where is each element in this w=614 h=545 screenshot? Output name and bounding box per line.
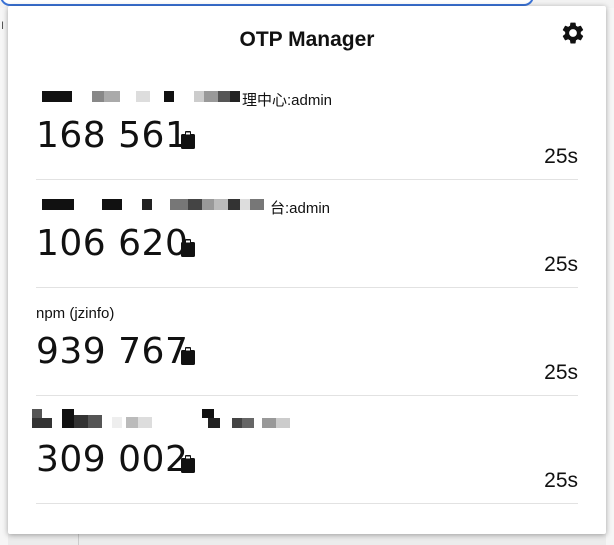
popup-title: OTP Manager [239, 28, 375, 51]
page-background-right [606, 8, 614, 545]
otp-popup: OTP Manager 理中心:admin 168 561 25s 台:admi… [8, 6, 606, 534]
otp-code: 106 620 [36, 223, 189, 264]
background-text-fragment: I [1, 20, 5, 32]
account-label-row [32, 409, 578, 433]
otp-code: 168 561 [36, 115, 189, 156]
clipboard-icon[interactable] [181, 455, 195, 473]
entry-divider [36, 503, 578, 504]
otp-entry: 理中心:admin 168 561 25s [36, 85, 578, 185]
gear-icon[interactable] [560, 20, 586, 46]
account-label-row: 理中心:admin [36, 85, 578, 109]
page-background-left: I [0, 8, 8, 545]
ttl-countdown: 25s [544, 253, 578, 276]
ttl-countdown: 25s [544, 361, 578, 384]
clipboard-icon[interactable] [181, 239, 195, 257]
account-label: npm (jzinfo) [36, 305, 115, 322]
entry-divider [36, 287, 578, 288]
clipboard-icon[interactable] [181, 131, 195, 149]
otp-entry: npm (jzinfo) 939 767 25s [36, 301, 578, 401]
account-label: 台:admin [270, 200, 331, 217]
otp-entry: 309 002 25s [32, 409, 578, 509]
otp-code: 309 002 [36, 439, 189, 480]
account-label-row: 台:admin [36, 193, 578, 217]
otp-code: 939 767 [36, 331, 189, 372]
clipboard-icon[interactable] [181, 347, 195, 365]
entry-divider [36, 179, 578, 180]
entry-divider [36, 395, 578, 396]
otp-entry: 台:admin 106 620 25s [36, 193, 578, 293]
ttl-countdown: 25s [544, 145, 578, 168]
ttl-countdown: 25s [544, 469, 578, 492]
background-divider [78, 534, 79, 545]
account-label: 理中心:admin [242, 92, 333, 109]
account-label-row: npm (jzinfo) [36, 301, 578, 325]
